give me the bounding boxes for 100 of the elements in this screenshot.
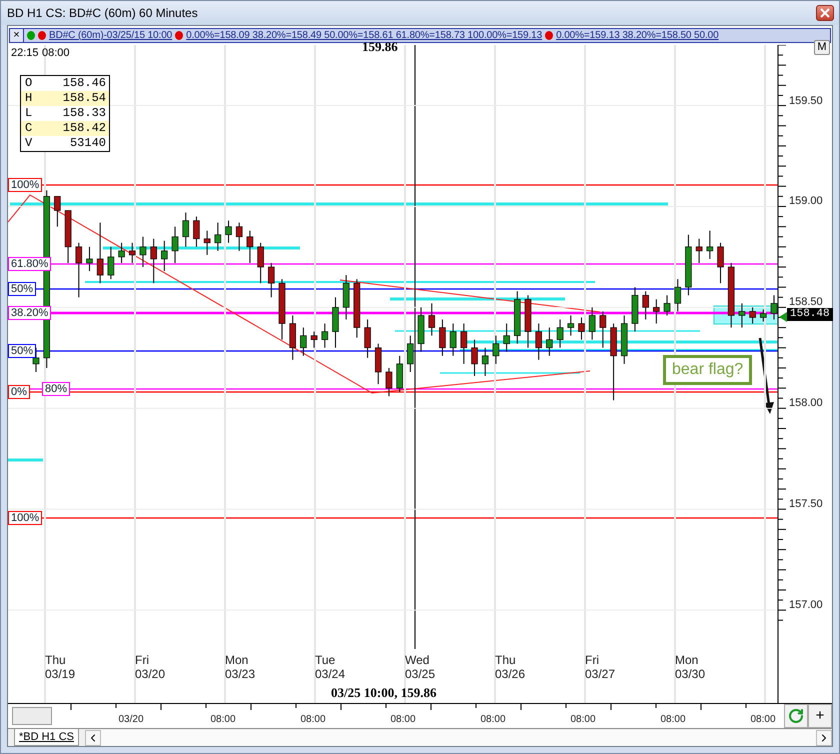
candle [204,230,210,256]
time-label: 08:00 [42,46,70,59]
ohlc-value: 158.54 [62,90,106,106]
candle [321,323,328,348]
candle [535,323,542,360]
candle [364,318,371,358]
candle [278,278,286,340]
day-label: Fri 03/20 [135,652,166,681]
candle [407,335,414,372]
day-label: Tue 03/24 [315,652,346,681]
m-button[interactable]: M [814,40,830,55]
candle [567,314,574,336]
candle [96,222,104,284]
candle [428,302,436,336]
candle [471,339,478,376]
candle [268,262,275,298]
fib-level-label: 50% [8,344,36,358]
candle [75,242,82,298]
candle [193,216,200,248]
fib-level-label: 50% [8,282,36,296]
fib-dot [545,30,554,40]
candle [225,220,232,244]
ohlc-label: C [25,120,32,136]
candle [172,226,178,264]
candle [492,335,500,364]
candle [685,234,692,296]
add-button[interactable]: + [808,704,832,728]
candle [696,238,702,264]
ohlc-value: 158.42 [62,120,106,136]
time-axis-label: 08:00 [750,714,776,725]
candle [354,278,360,338]
candle [140,236,146,268]
time-axis-label: 08:00 [300,714,326,725]
close-button[interactable] [816,5,834,21]
day-label: Mon 03/30 [675,652,706,681]
price-axis-label: 157.50 [789,498,823,510]
candle [108,246,114,280]
ohlc-label: L [25,106,32,121]
time-axis-label: 08:00 [390,714,416,725]
candle [310,331,318,348]
candle [674,278,682,312]
candle [128,242,136,264]
candle [632,286,638,332]
fib-levels-text[interactable]: 0.00%=159.13 38.20%=158.50 50.00 [556,30,719,41]
time-axis-label: 08:00 [210,714,236,725]
fib-dot [175,30,184,40]
candle [54,196,61,228]
time-axis-label: 08:00 [480,714,506,725]
candle [86,246,93,272]
candle [546,327,553,356]
candle [386,367,392,397]
candle [524,294,532,348]
time-label: 22:15 [11,46,39,59]
candle [289,314,296,360]
indicator-close-button[interactable]: × [10,29,24,42]
day-label: Wed 03/25 [405,652,436,681]
candle [653,298,660,324]
candle [760,308,767,322]
fib-level-label: 61.80% [8,256,52,271]
ohlc-value: 158.33 [62,106,106,121]
candle [706,230,714,260]
candle [439,318,446,356]
candle [503,323,510,352]
candle [482,347,489,376]
indicator-symbol[interactable]: BD#C (60m)-03/25/15 10:00 [49,30,172,41]
candle [118,242,125,264]
candle [717,242,724,284]
sheet-tab[interactable]: *BD H1 CS [14,729,80,746]
crosshair-time: 03/25 10:00, 159.86 [331,684,436,701]
input-field[interactable] [12,706,52,725]
scroll-right-button[interactable] [816,730,832,746]
ohlc-label: V [25,136,32,151]
candle [600,310,606,348]
scroll-left-button[interactable] [85,730,102,746]
fib-level-label: 80% [42,382,70,396]
day-label: Thu 03/19 [45,652,76,681]
ohlc-value: 53140 [70,136,106,151]
refresh-button[interactable] [784,704,808,728]
price-axis-label: 159.00 [789,195,823,208]
candle [556,318,564,348]
candle [332,296,339,348]
annotation-note: bear flag? [663,354,752,385]
ohlc-label: H [25,90,32,106]
candle [214,222,222,252]
candle [64,210,72,264]
day-label: Fri 03/27 [585,652,616,681]
candle [514,290,521,344]
price-axis-label: 158.50 [789,296,823,308]
fib-level-label: 100% [8,510,42,525]
candle [396,355,403,393]
candle [300,327,307,356]
candle [588,306,596,340]
fib-levels-text[interactable]: 0.00%=158.09 38.20%=158.49 50.00%=158.61 61.80%=158.73 100.00%=159.13 [186,30,542,41]
candle [664,294,670,316]
candle [374,343,382,385]
candle [620,314,628,364]
candle [460,323,468,364]
candle [578,316,585,340]
fib-level-label: 38.20% [8,306,52,320]
ohlc-value: 158.46 [62,76,106,91]
